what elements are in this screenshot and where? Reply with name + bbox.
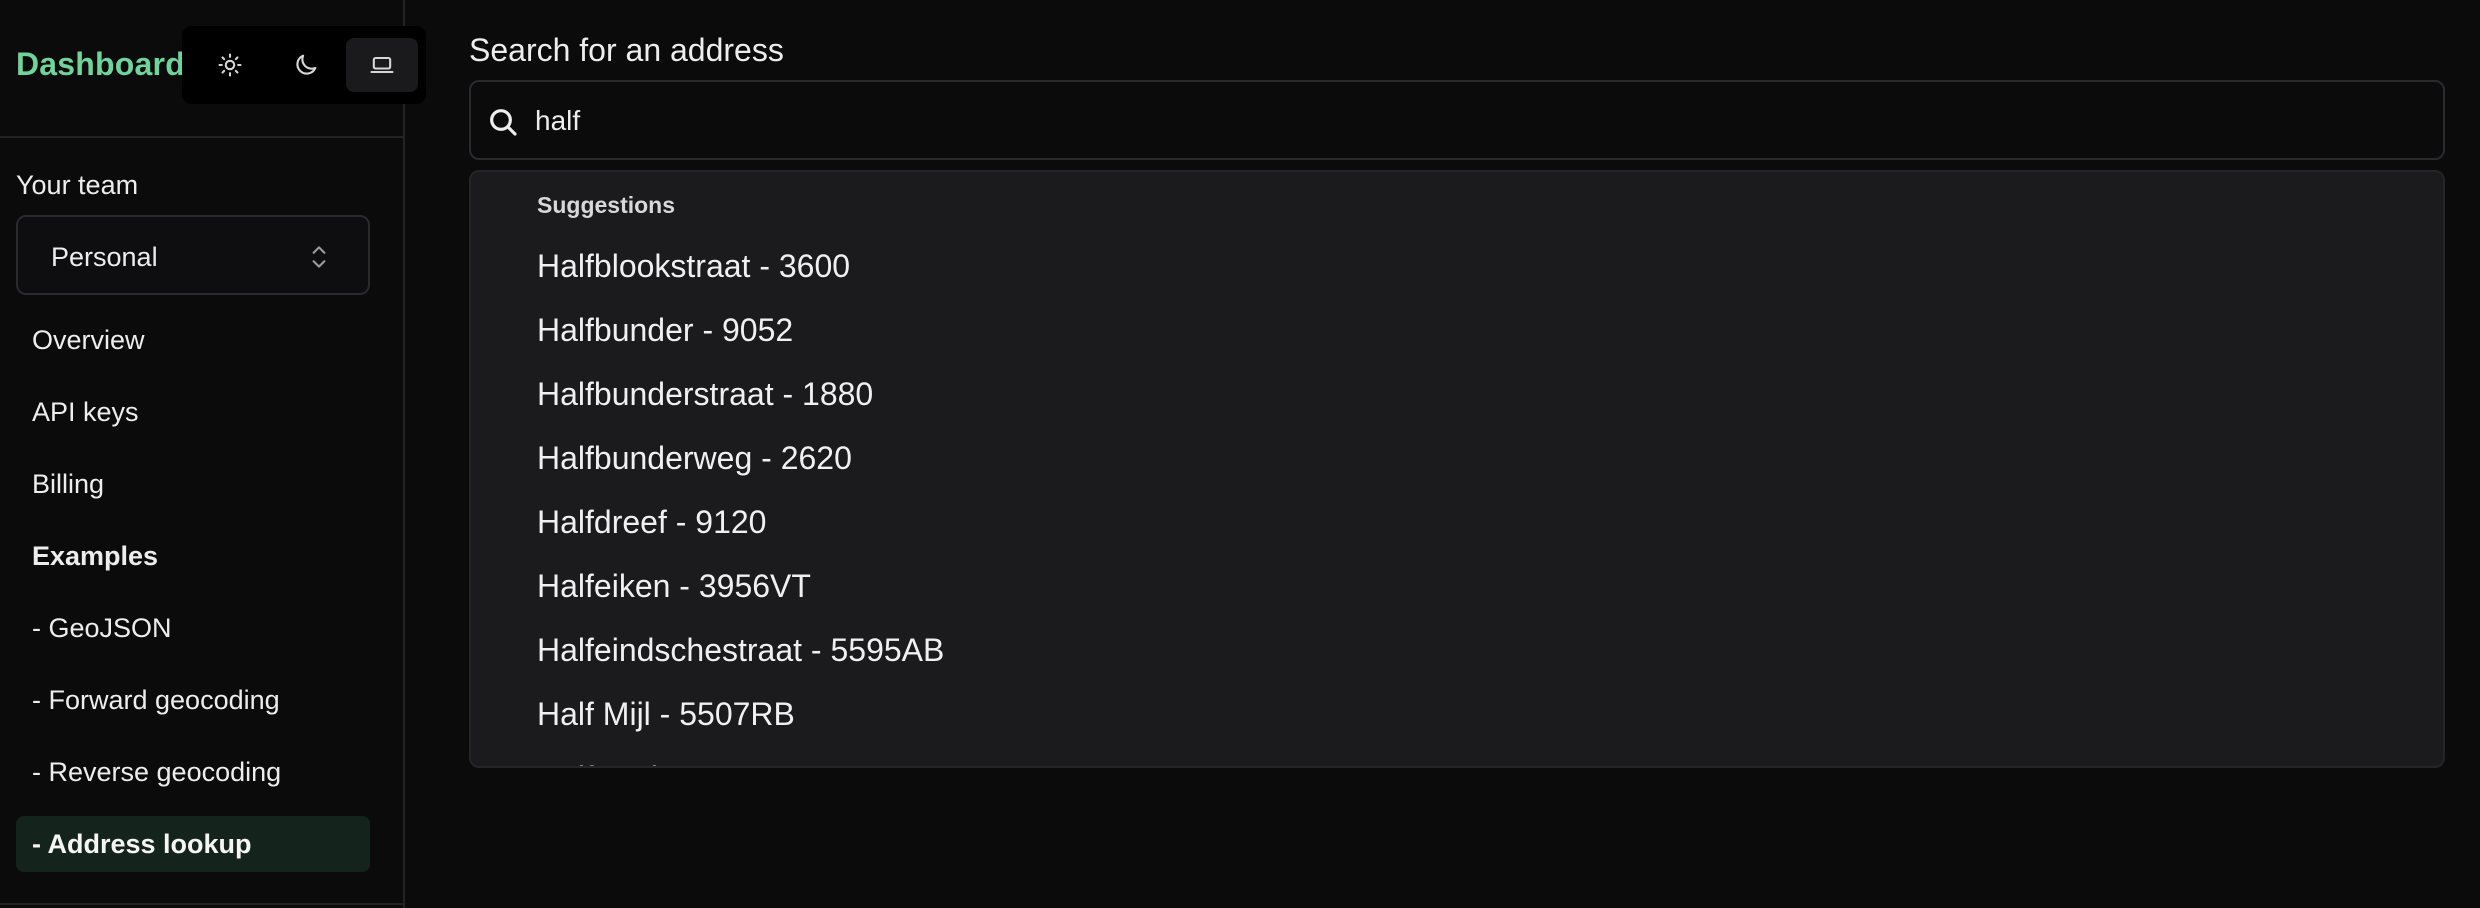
nav-reverse-geocoding[interactable]: - Reverse geocoding (16, 744, 370, 800)
suggestion-item[interactable]: Half Mijl - 5507RB (471, 682, 2443, 746)
sidebar-header: Dashboard (0, 0, 426, 138)
moon-icon (296, 54, 317, 75)
nav-address-lookup[interactable]: - Address lookup (16, 816, 370, 872)
suggestions-dropdown: Suggestions Halfblookstraat - 3600 Halfb… (469, 170, 2445, 768)
suggestion-item[interactable]: Halfeiken - 3956VT (471, 554, 2443, 618)
suggestion-item[interactable]: Halfeindschestraat - 5595AB (471, 618, 2443, 682)
suggestions-heading: Suggestions (537, 192, 676, 218)
suggestions-list: Halfblookstraat - 3600 Halfbunder - 9052… (471, 234, 2443, 766)
suggestion-item[interactable]: Halfbunderweg - 2620 (471, 426, 2443, 490)
theme-light-button[interactable] (194, 38, 266, 92)
theme-switcher (182, 26, 426, 104)
nav-api-keys[interactable]: API keys (16, 384, 370, 440)
brand-title[interactable]: Dashboard (16, 46, 185, 83)
search-title: Search for an address (469, 32, 784, 68)
sidebar-divider (0, 903, 405, 905)
nav-billing[interactable]: Billing (16, 456, 370, 512)
nav-overview[interactable]: Overview (16, 312, 370, 368)
theme-dark-button[interactable] (270, 38, 342, 92)
nav-forward-geocoding[interactable]: - Forward geocoding (16, 672, 370, 728)
sidebar: Dashboard Your team Personal Overview AP… (0, 0, 426, 908)
chevrons-up-down-icon (312, 246, 326, 268)
search-box[interactable] (469, 80, 2445, 160)
search-icon (490, 109, 517, 136)
sun-icon (218, 53, 242, 77)
main-content: Search for an address Suggestions Halfbl… (407, 0, 2480, 908)
nav-examples-heading: Examples (32, 541, 159, 571)
team-select[interactable]: Personal (16, 215, 370, 295)
suggestion-item[interactable]: Halfbunder - 9052 (471, 298, 2443, 362)
search-input[interactable] (535, 96, 2415, 146)
suggestion-item[interactable]: Halfblookstraat - 3600 (471, 234, 2443, 298)
team-label: Your team (16, 170, 139, 200)
suggestion-item[interactable]: Halfdreef - 9120 (471, 490, 2443, 554)
team-select-value: Personal (51, 242, 158, 272)
nav-geojson[interactable]: - GeoJSON (16, 600, 370, 656)
suggestion-item[interactable]: Halfbunderstraat - 1880 (471, 362, 2443, 426)
suggestion-item[interactable]: Halfrond - 3071PP (471, 746, 2443, 766)
laptop-icon (370, 56, 394, 74)
